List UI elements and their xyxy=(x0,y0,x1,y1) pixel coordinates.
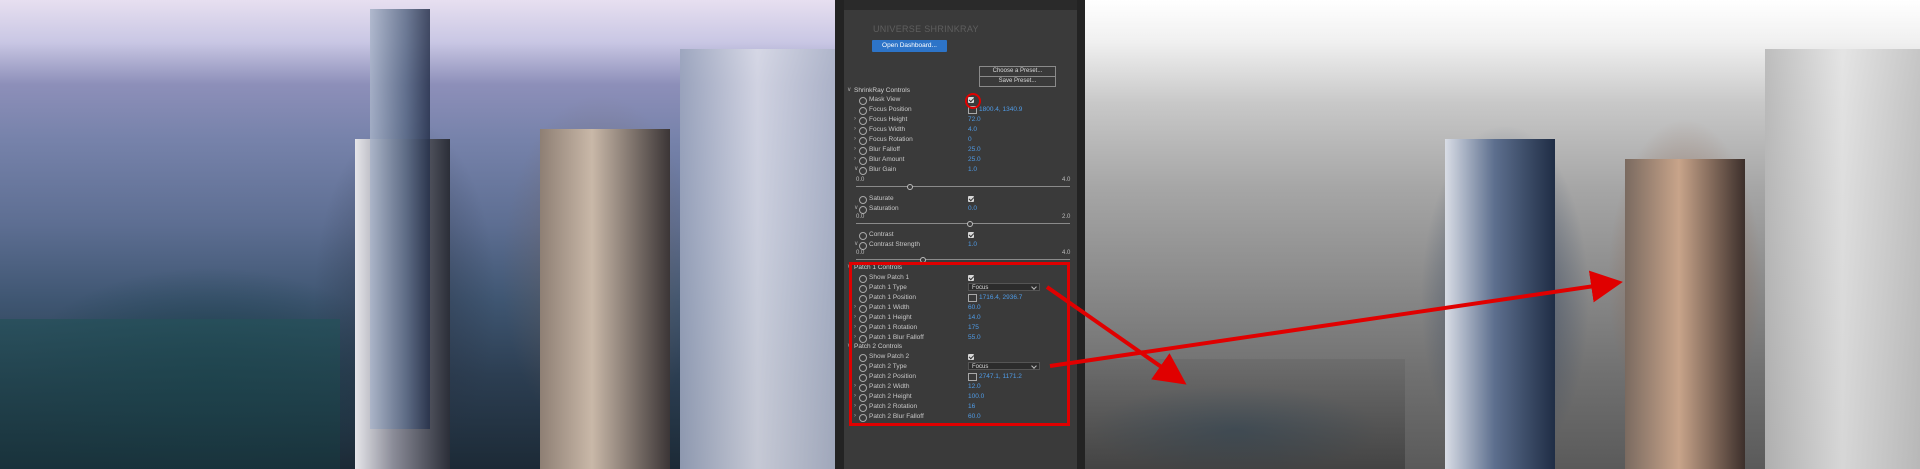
arrow-patch2-to-right xyxy=(1049,270,1623,368)
arrow-patch1-to-left xyxy=(1045,285,1187,385)
annotation-arrows xyxy=(1045,270,1623,385)
